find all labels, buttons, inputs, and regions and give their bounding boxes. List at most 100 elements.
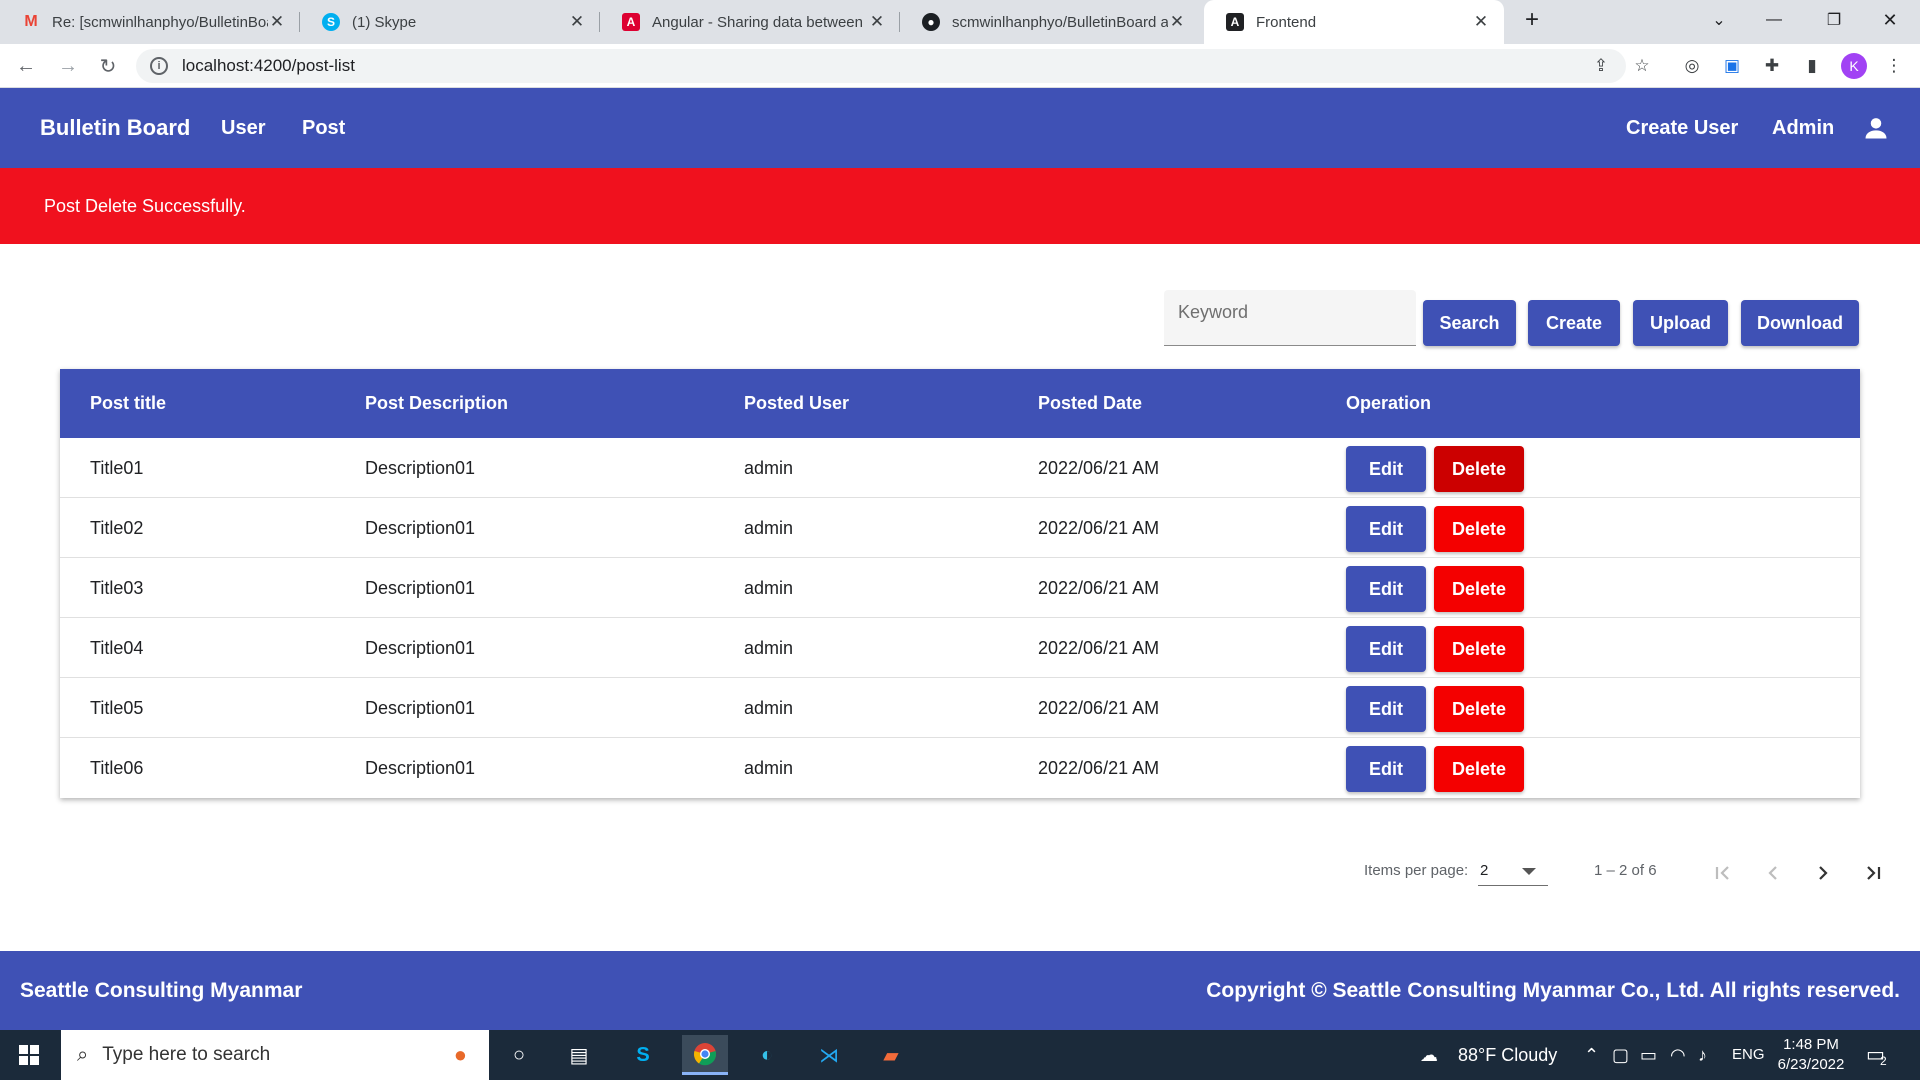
language-indicator[interactable]: ENG — [1732, 1030, 1765, 1080]
edit-button[interactable]: Edit — [1346, 626, 1426, 672]
page-size-select[interactable]: 2 — [1478, 856, 1548, 886]
profile-avatar[interactable]: K — [1841, 53, 1867, 79]
post-description-cell: Description01 — [365, 758, 476, 778]
clock-date[interactable]: 6/23/2022 — [1772, 1056, 1850, 1073]
edit-button[interactable]: Edit — [1346, 446, 1426, 492]
table-header: Post title Post Description Posted User … — [60, 369, 1860, 438]
task-view-icon[interactable]: ▤ — [556, 1035, 602, 1075]
close-window-icon[interactable]: ✕ — [1866, 0, 1914, 40]
create-user-link[interactable]: Create User — [1626, 88, 1738, 168]
close-tab-icon[interactable]: ✕ — [868, 12, 886, 32]
download-button[interactable]: Download — [1741, 300, 1859, 346]
account-icon[interactable] — [1862, 114, 1890, 142]
column-header-description: Post Description — [365, 393, 509, 413]
vscode-taskbar-icon[interactable]: ⋊ — [806, 1035, 852, 1075]
minimize-icon[interactable]: — — [1750, 0, 1798, 40]
post-title-cell: Title02 — [90, 518, 144, 538]
upload-button[interactable]: Upload — [1633, 300, 1728, 346]
delete-button[interactable]: Delete — [1434, 446, 1524, 492]
posted-user-cell: admin — [744, 698, 794, 718]
posted-date-cell: 2022/06/21 AM — [1038, 758, 1160, 778]
extension-icon[interactable]: ◎ — [1680, 54, 1704, 78]
column-header-title: Post title — [90, 393, 167, 413]
first-page-button[interactable] — [1706, 856, 1740, 890]
battery-icon[interactable]: ▭ — [1640, 1030, 1657, 1080]
column-header-operation: Operation — [1346, 393, 1432, 413]
restore-icon[interactable]: ❐ — [1810, 0, 1858, 40]
search-button[interactable]: Search — [1423, 300, 1516, 346]
keyword-field[interactable] — [1164, 290, 1416, 346]
close-tab-icon[interactable]: ✕ — [268, 12, 286, 32]
notification-count: 2 — [1880, 1054, 1887, 1068]
skype-extension-icon[interactable]: ▣ — [1720, 54, 1744, 78]
windows-taskbar: ⌕ Type here to search ● ○ ▤ S ◐ ⋊ ▰ ☁ 88… — [0, 1030, 1920, 1080]
reload-icon[interactable]: ↻ — [92, 50, 124, 82]
next-page-button[interactable] — [1806, 856, 1840, 890]
tab-title: scmwinlhanphyo/BulletinBoard a — [952, 13, 1168, 31]
edge-taskbar-icon[interactable]: ◐ — [744, 1035, 790, 1075]
tab-title: Re: [scmwinlhanphyo/BulletinBoa — [52, 13, 268, 31]
meet-icon[interactable]: ▢ — [1612, 1030, 1629, 1080]
items-per-page-label: Items per page: — [1364, 862, 1469, 879]
taskbar-search-box[interactable]: ⌕ Type here to search ● — [61, 1030, 489, 1080]
browser-tab-github[interactable]: ● scmwinlhanphyo/BulletinBoard a ✕ — [900, 0, 1200, 44]
create-button[interactable]: Create — [1528, 300, 1620, 346]
edit-button[interactable]: Edit — [1346, 686, 1426, 732]
previous-page-button[interactable] — [1756, 856, 1790, 890]
weather-cloud-icon[interactable]: ☁ — [1420, 1030, 1438, 1080]
app-footer: Seattle Consulting Myanmar Copyright © S… — [0, 951, 1920, 1030]
forward-icon[interactable]: → — [52, 50, 84, 82]
delete-button[interactable]: Delete — [1434, 566, 1524, 612]
edit-button[interactable]: Edit — [1346, 566, 1426, 612]
edit-button[interactable]: Edit — [1346, 746, 1426, 792]
delete-button[interactable]: Delete — [1434, 506, 1524, 552]
tab-title: Angular - Sharing data between — [652, 13, 863, 31]
skype-taskbar-icon[interactable]: S — [620, 1035, 666, 1075]
tab-title: Frontend — [1256, 13, 1317, 31]
browser-tab-gmail[interactable]: M Re: [scmwinlhanphyo/BulletinBoa ✕ — [0, 0, 300, 44]
nav-user[interactable]: User — [221, 88, 265, 168]
close-tab-icon[interactable]: ✕ — [1472, 12, 1490, 32]
chrome-taskbar-icon[interactable] — [682, 1035, 728, 1075]
tray-chevron-icon[interactable]: ⌃ — [1584, 1030, 1599, 1080]
site-info-icon[interactable]: i — [150, 57, 168, 75]
clock-time[interactable]: 1:48 PM — [1778, 1036, 1844, 1053]
close-tab-icon[interactable]: ✕ — [568, 12, 586, 32]
cortana-icon[interactable]: ○ — [496, 1035, 542, 1075]
keyword-input[interactable] — [1164, 290, 1416, 345]
weather-text[interactable]: 88°F Cloudy — [1458, 1030, 1557, 1080]
tab-search-icon[interactable]: ⌄ — [1695, 0, 1743, 40]
extensions-puzzle-icon[interactable]: ✚ — [1760, 54, 1784, 78]
browser-tab-skype[interactable]: S (1) Skype ✕ — [300, 0, 600, 44]
browser-tab-frontend[interactable]: A Frontend ✕ — [1204, 0, 1504, 44]
wifi-icon[interactable]: ◠ — [1670, 1030, 1686, 1080]
share-icon[interactable]: ⇪ — [1589, 54, 1613, 78]
close-tab-icon[interactable]: ✕ — [1168, 12, 1186, 32]
taskbar-search-placeholder: Type here to search — [102, 1044, 271, 1065]
edit-button[interactable]: Edit — [1346, 506, 1426, 552]
browser-address-bar: ← → ↻ i localhost:4200/post-list ⇪ ☆ ◎ ▣… — [0, 44, 1920, 88]
nav-post[interactable]: Post — [302, 88, 345, 168]
admin-link[interactable]: Admin — [1772, 88, 1834, 168]
delete-button[interactable]: Delete — [1434, 626, 1524, 672]
brand-title[interactable]: Bulletin Board — [40, 88, 190, 168]
posted-date-cell: 2022/06/21 AM — [1038, 638, 1160, 658]
delete-button[interactable]: Delete — [1434, 686, 1524, 732]
volume-icon[interactable]: ♪ — [1698, 1030, 1707, 1080]
windows-start-icon[interactable] — [6, 1035, 52, 1075]
side-panel-icon[interactable]: ▮ — [1800, 54, 1824, 78]
footer-company: Seattle Consulting Myanmar — [20, 979, 303, 1002]
post-title-cell: Title06 — [90, 758, 144, 778]
new-tab-button[interactable]: + — [1508, 0, 1556, 40]
more-menu-icon[interactable]: ⋮ — [1882, 54, 1906, 78]
first-page-icon — [1715, 866, 1729, 880]
back-icon[interactable]: ← — [10, 50, 42, 82]
url-field[interactable]: i localhost:4200/post-list — [136, 49, 1626, 83]
bookmark-star-icon[interactable]: ☆ — [1630, 54, 1654, 78]
delete-button[interactable]: Delete — [1434, 746, 1524, 792]
app-taskbar-icon[interactable]: ▰ — [868, 1035, 914, 1075]
last-page-button[interactable] — [1856, 856, 1890, 890]
post-title-cell: Title04 — [90, 638, 144, 658]
skype-icon: S — [322, 13, 340, 31]
browser-tab-angular-docs[interactable]: A Angular - Sharing data between ✕ — [600, 0, 900, 44]
